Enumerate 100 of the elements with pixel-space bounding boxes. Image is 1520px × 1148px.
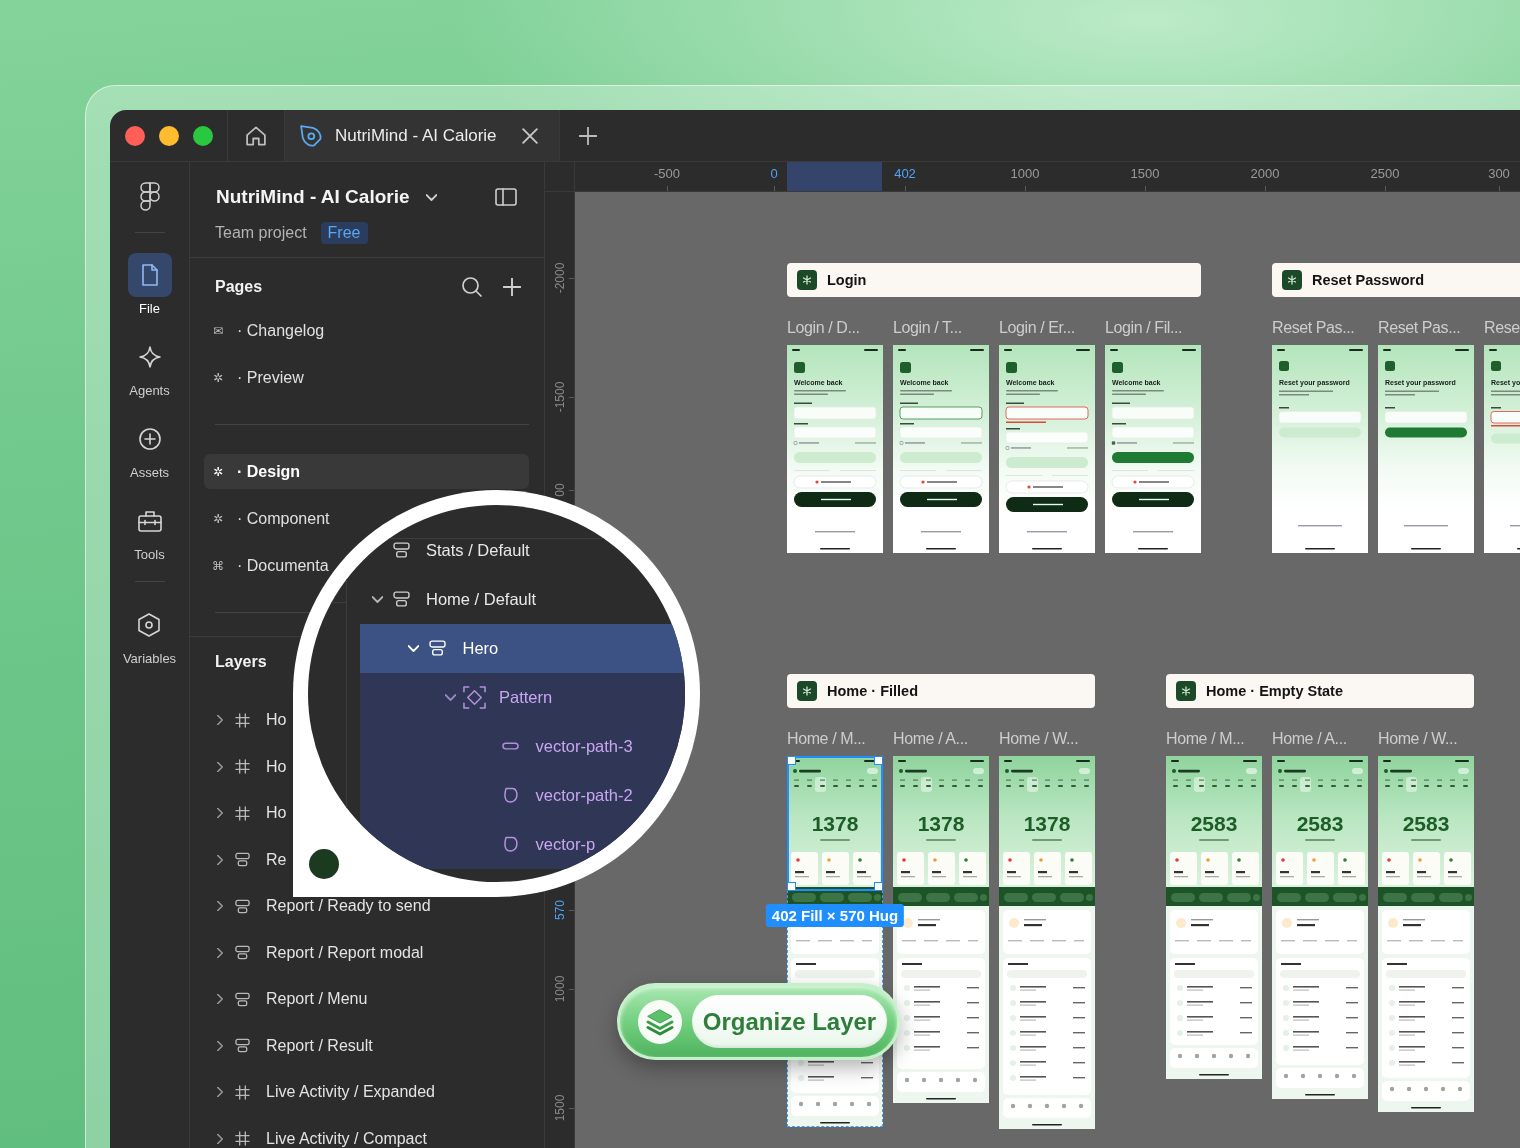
- zoom-window-button[interactable]: [193, 125, 213, 146]
- chevron-right-icon[interactable]: [217, 994, 223, 1005]
- layer-item[interactable]: Live Activity / Expanded: [190, 1084, 435, 1101]
- layer-item[interactable]: Re: [190, 851, 287, 868]
- logo-tile-icon: [797, 681, 817, 701]
- dot-icon: [309, 849, 339, 879]
- chevron-right-icon[interactable]: [217, 947, 223, 958]
- calorie-value: 2583: [1402, 813, 1450, 835]
- ruler-label: 2500: [1370, 166, 1400, 182]
- selection-box[interactable]: [787, 756, 883, 891]
- file-tab[interactable]: NutriMind - AI Calorie: [285, 110, 560, 161]
- layer-item[interactable]: vector-path-3: [499, 737, 633, 755]
- chevron-right-icon[interactable]: [217, 761, 223, 772]
- page-icon: ✲: [212, 464, 224, 479]
- page-icon: ✲: [212, 370, 224, 385]
- frame-label: Home / M...: [1166, 729, 1246, 749]
- rail-button[interactable]: Variables: [122, 603, 177, 667]
- logo-icon[interactable]: [139, 182, 160, 211]
- sparkle-icon: [138, 346, 161, 368]
- page-item[interactable]: ✲ · Design: [204, 454, 529, 489]
- project-label: Team project: [215, 224, 307, 242]
- layer-item[interactable]: Ho: [190, 758, 287, 775]
- chevron-right-icon[interactable]: [217, 1133, 223, 1144]
- organize-layer-button[interactable]: Organize Layer: [617, 983, 900, 1060]
- chevron-right-icon[interactable]: [217, 854, 223, 865]
- layer-item[interactable]: Live Activity / Compact: [190, 1130, 427, 1147]
- pen-nib-icon: [300, 124, 322, 147]
- layer-item[interactable]: Report / Report modal: [190, 944, 424, 961]
- layer-item[interactable]: Home / Default: [371, 590, 537, 608]
- calorie-value: 1378: [917, 813, 965, 835]
- home-icon: [246, 125, 266, 146]
- chevron-down-icon[interactable]: [425, 193, 437, 201]
- layer-item[interactable]: vector-p: [499, 835, 596, 853]
- section-title: Home · Empty State: [1206, 683, 1343, 699]
- layer-item[interactable]: Report / Ready to send: [190, 898, 431, 915]
- resize-handle[interactable]: [874, 756, 883, 765]
- chevron-right-icon[interactable]: [217, 1040, 223, 1051]
- stack-icon: [235, 945, 250, 961]
- frame-label: Rese: [1484, 318, 1520, 338]
- stack-icon: [392, 541, 410, 559]
- plus-icon[interactable]: [503, 278, 521, 296]
- stack-icon: [235, 852, 250, 868]
- chevron-right-icon[interactable]: [217, 901, 223, 912]
- chevron-down-icon[interactable]: [371, 595, 383, 603]
- hash-icon: [235, 1084, 250, 1100]
- resize-handle[interactable]: [787, 882, 796, 891]
- logo-tile-icon: [1282, 270, 1302, 290]
- frame-label: Reset Pas...: [1272, 318, 1356, 338]
- rounded-shape-icon: [503, 836, 518, 852]
- chevron-right-icon[interactable]: [217, 1087, 223, 1098]
- rail-button[interactable]: Assets: [127, 417, 172, 481]
- section-title: Home · Filled: [827, 683, 919, 699]
- layer-item[interactable]: Pattern: [444, 688, 553, 706]
- section-title: Reset Password: [1312, 272, 1425, 288]
- chevron-down-icon[interactable]: [444, 693, 456, 701]
- page-item[interactable]: ✲ · Preview: [204, 367, 304, 388]
- close-icon[interactable]: [522, 127, 538, 144]
- pill-shape-icon: [502, 742, 519, 750]
- ruler-label: -500: [654, 166, 680, 182]
- search-icon[interactable]: [462, 277, 482, 297]
- ruler-label: 300: [1488, 166, 1510, 182]
- frame-label: Home / A...: [1272, 729, 1348, 749]
- layer-item[interactable]: Report / Result: [190, 1037, 373, 1054]
- ruler-label: 1000: [553, 975, 567, 1003]
- calorie-value: 1378: [811, 813, 859, 835]
- ruler-label: 402: [894, 166, 916, 182]
- resize-handle[interactable]: [787, 756, 796, 765]
- frame-label: Home / W...: [1378, 729, 1459, 749]
- layer-item[interactable]: vector-path-2: [499, 786, 633, 804]
- rail-button[interactable]: Agents: [127, 335, 172, 399]
- layer-item[interactable]: Stats / Default: [390, 541, 530, 559]
- rail-button[interactable]: Tools: [127, 499, 172, 563]
- hash-icon: [235, 759, 250, 775]
- frame-label: Home / W...: [999, 729, 1080, 749]
- section-title: Pages: [215, 278, 263, 296]
- logo-tile-icon: [797, 270, 817, 290]
- chevron-right-icon[interactable]: [217, 715, 223, 726]
- layers-icon: [638, 999, 682, 1044]
- chevron-right-icon[interactable]: [217, 808, 223, 819]
- sidebar-icon[interactable]: [495, 188, 517, 206]
- frame-label: Login / D...: [787, 318, 861, 338]
- close-window-button[interactable]: [125, 125, 145, 146]
- plan-badge: Free: [320, 222, 368, 244]
- file-icon: [140, 264, 159, 286]
- stack-icon: [392, 590, 410, 608]
- ruler-label: 1500: [1130, 166, 1160, 182]
- page-icon: ✉: [212, 323, 224, 338]
- minimize-window-button[interactable]: [159, 125, 179, 146]
- stack-icon: [235, 1038, 250, 1054]
- calorie-value: 2583: [1296, 813, 1344, 835]
- layer-item[interactable]: Ho: [190, 805, 287, 822]
- frame-label: Login / Er...: [999, 318, 1076, 338]
- resize-handle[interactable]: [874, 882, 883, 891]
- plus-icon: [579, 126, 597, 145]
- layer-item[interactable]: Ho: [190, 712, 287, 729]
- ruler-label: 1000: [1010, 166, 1040, 182]
- layer-item[interactable]: Hero: [407, 639, 499, 657]
- frame-label: Home / M...: [787, 729, 867, 749]
- page-item[interactable]: ✉ · Changelog: [204, 320, 325, 341]
- layer-item[interactable]: Report / Menu: [190, 991, 368, 1008]
